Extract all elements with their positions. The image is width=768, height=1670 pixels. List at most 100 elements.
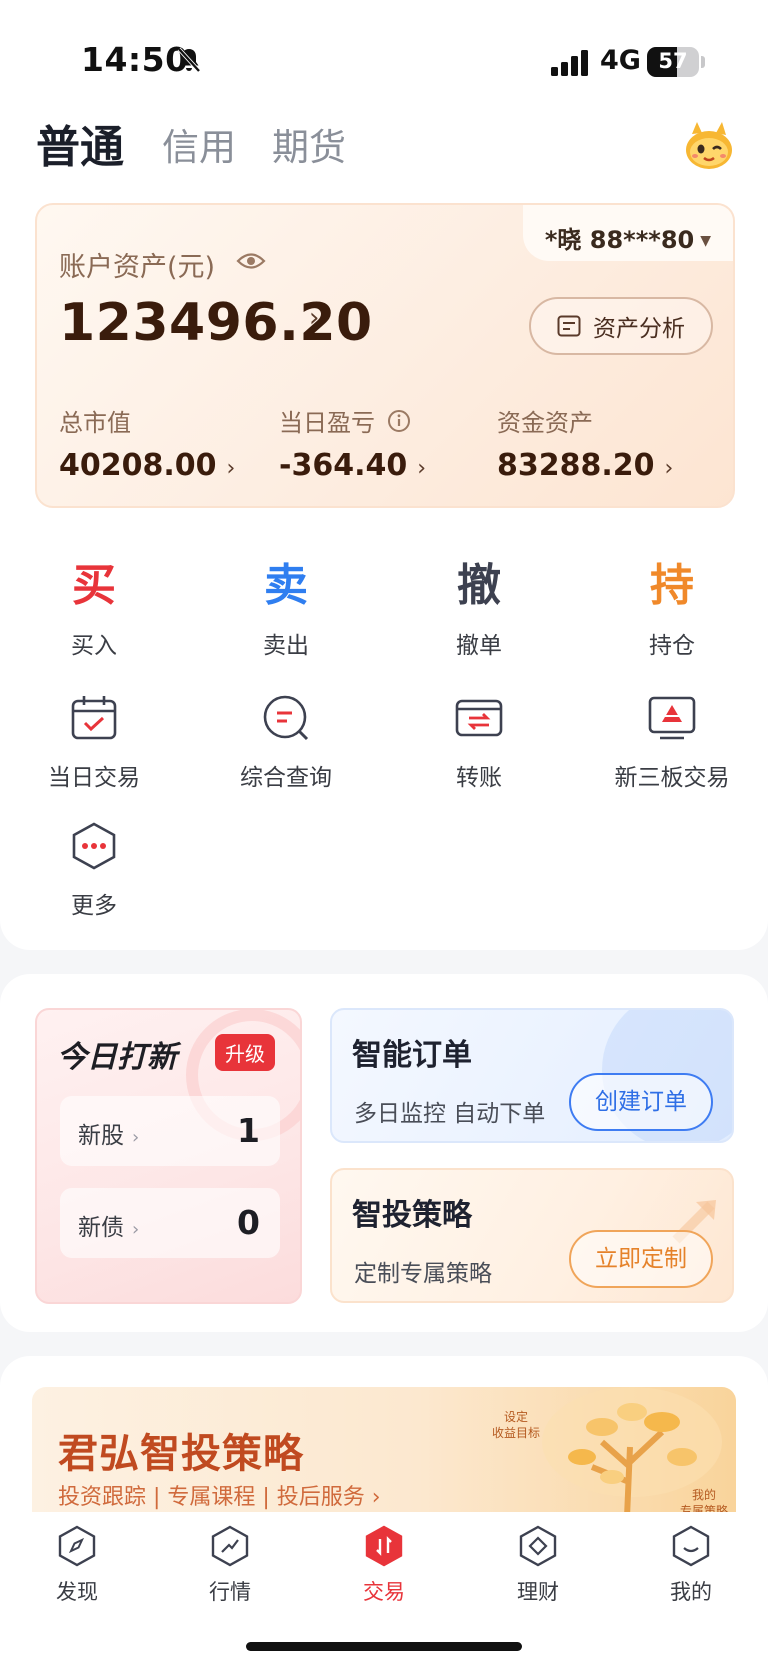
ipo-row-value: 0 [237, 1203, 260, 1242]
banner-tag-goal: 设定 收益目标 [492, 1410, 541, 1440]
asset-card[interactable]: *晓 88***80 ▼ 账户资产(元) 123496.20 › 资产分析 总市值… [35, 203, 735, 508]
chevron-right-icon: › [417, 456, 427, 481]
account-tabs: 普通 信用 期货 [36, 118, 382, 178]
total-asset-value[interactable]: 123496.20 [59, 293, 373, 353]
action-sell[interactable]: 卖 卖出 [190, 558, 382, 660]
stat-value: 83288.20 [497, 448, 655, 483]
cancel-glyph: 撤 [457, 560, 501, 611]
tool-more[interactable]: 更多 [0, 820, 190, 920]
stat-cash-asset[interactable]: 资金资产 83288.20 › [497, 403, 673, 483]
chevron-right-icon: › [132, 1127, 140, 1148]
signal-icon [551, 50, 588, 76]
account-selector[interactable]: *晓 88***80 ▼ [545, 220, 711, 255]
asset-chevron-icon: › [309, 303, 320, 333]
nav-trade[interactable]: 交易 [334, 1524, 434, 1606]
nav-wealth[interactable]: 理财 [488, 1524, 588, 1606]
tool-label: 转账 [456, 765, 502, 791]
banner-subtitle: 投资跟踪 | 专属课程 | 投后服务 › [58, 1485, 381, 1510]
trade-icon [365, 1525, 403, 1567]
asset-label: 账户资产(元) [59, 252, 216, 283]
home-indicator[interactable] [246, 1642, 522, 1651]
asset-analysis-button[interactable]: 资产分析 [529, 297, 713, 355]
smart-order-subtitle: 多日监控 自动下单 [354, 1101, 546, 1127]
analysis-icon [557, 315, 581, 337]
compass-icon [58, 1525, 96, 1567]
transfer-icon [455, 699, 503, 737]
nav-discover[interactable]: 发现 [27, 1524, 127, 1606]
nav-label: 我的 [670, 1580, 712, 1604]
more-icon [72, 822, 116, 870]
chevron-right-icon: › [226, 456, 236, 481]
ipo-title: 今日打新 [57, 1040, 177, 1075]
tool-daily-trades[interactable]: 当日交易 [0, 692, 190, 792]
customize-now-button[interactable]: 立即定制 [569, 1230, 713, 1288]
strategy-title: 智投策略 [352, 1198, 472, 1233]
strategy-subtitle: 定制专属策略 [354, 1261, 492, 1287]
tool-label: 当日交易 [48, 765, 140, 791]
upgrade-badge[interactable]: 升级 [215, 1034, 275, 1071]
tool-query[interactable]: 综合查询 [190, 692, 382, 792]
board-trade-icon [648, 696, 696, 740]
create-order-button[interactable]: 创建订单 [569, 1073, 713, 1131]
tool-label: 新三板交易 [614, 765, 730, 791]
sell-glyph: 卖 [264, 560, 308, 611]
smart-order-title: 智能订单 [352, 1038, 472, 1073]
nav-label: 交易 [363, 1580, 405, 1604]
stat-market-value[interactable]: 总市值 40208.00 › [59, 403, 235, 483]
tool-transfer[interactable]: 转账 [383, 692, 575, 792]
nav-label: 行情 [209, 1580, 251, 1604]
action-position[interactable]: 持 持仓 [576, 558, 768, 660]
action-buy[interactable]: 买 买入 [0, 558, 190, 660]
wealth-icon [519, 1525, 557, 1567]
battery-level: 57 [658, 49, 688, 73]
mute-bell-icon [177, 47, 201, 73]
tool-label: 综合查询 [240, 765, 332, 791]
nav-label: 发现 [56, 1580, 98, 1604]
action-label: 持仓 [649, 633, 695, 659]
stat-daily-pnl[interactable]: 当日盈亏 -364.40 › [279, 403, 426, 483]
eye-icon[interactable] [236, 250, 266, 272]
ipo-row-stock[interactable]: 新股 › 1 [60, 1096, 280, 1166]
stat-value: -364.40 [279, 448, 408, 483]
tab-credit[interactable]: 信用 [162, 118, 236, 178]
ipo-row-bond[interactable]: 新债 › 0 [60, 1188, 280, 1258]
calendar-check-icon [71, 696, 117, 740]
stat-label: 资金资产 [497, 409, 593, 437]
action-cancel[interactable]: 撤 撤单 [383, 558, 575, 660]
action-label: 卖出 [263, 633, 309, 659]
chevron-right-icon: › [664, 456, 674, 481]
promo-banner[interactable]: 君弘智投策略 投资跟踪 | 专属课程 | 投后服务 › 设定 收益目标 我的 专… [32, 1387, 736, 1517]
search-query-icon [263, 695, 309, 741]
mascot-avatar-icon[interactable] [682, 118, 736, 172]
nav-market[interactable]: 行情 [180, 1524, 280, 1606]
tool-neeq-trade[interactable]: 新三板交易 [576, 692, 768, 792]
action-label: 撤单 [456, 633, 502, 659]
nav-label: 理财 [517, 1580, 559, 1604]
tab-normal[interactable]: 普通 [36, 118, 124, 178]
profile-icon [672, 1525, 710, 1567]
battery-icon: 57 [647, 47, 699, 77]
stat-value: 40208.00 [59, 448, 217, 483]
network-type: 4G [600, 45, 641, 76]
info-icon[interactable] [387, 409, 411, 433]
nav-profile[interactable]: 我的 [641, 1524, 741, 1606]
banner-title: 君弘智投策略 [58, 1431, 304, 1477]
battery-tip [701, 56, 705, 68]
caret-down-icon: ▼ [700, 233, 711, 249]
status-bar: 14:50 4G 57 [0, 0, 768, 110]
position-glyph: 持 [650, 560, 694, 611]
account-name: *晓 88***80 [544, 226, 695, 254]
tool-label: 更多 [71, 893, 117, 919]
stat-label: 当日盈亏 [279, 409, 375, 437]
ipo-card[interactable]: 今日打新 升级 新股 › 1 新债 › 0 [35, 1008, 302, 1304]
strategy-card[interactable]: 智投策略 定制专属策略 立即定制 [330, 1168, 734, 1303]
chevron-right-icon: › [132, 1219, 140, 1240]
smart-order-card[interactable]: 智能订单 多日监控 自动下单 创建订单 [330, 1008, 734, 1143]
asset-analysis-label: 资产分析 [593, 316, 685, 342]
tab-futures[interactable]: 期货 [272, 118, 346, 178]
ipo-row-value: 1 [237, 1111, 260, 1150]
status-time: 14:50 [81, 40, 189, 79]
buy-glyph: 买 [72, 560, 116, 611]
market-trend-icon [211, 1525, 249, 1567]
ipo-row-label: 新股 [78, 1123, 124, 1149]
